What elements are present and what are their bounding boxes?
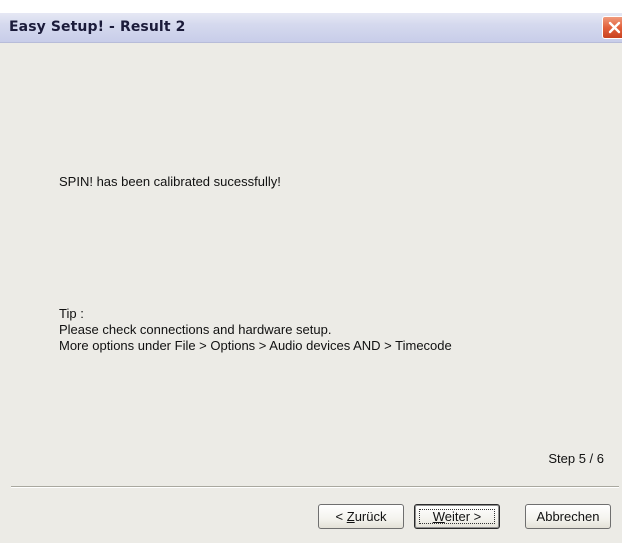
tip-line-options: More options under File > Options > Audi… [59, 338, 452, 353]
cancel-button[interactable]: Abbrechen [525, 504, 611, 529]
next-label-rest: eiter > [444, 509, 482, 524]
step-indicator: Step 5 / 6 [548, 451, 604, 466]
back-button[interactable]: < Zurück [318, 504, 404, 529]
back-prefix: < [335, 509, 347, 524]
back-access-key: Z [346, 509, 355, 524]
close-icon [608, 21, 621, 34]
back-label-rest: urück [354, 509, 387, 524]
easy-setup-dialog: Easy Setup! - Result 2 SPIN! has been ca… [0, 0, 622, 543]
top-strip [0, 0, 622, 13]
next-button[interactable]: Weiter > [414, 504, 500, 529]
tip-label: Tip : [59, 306, 84, 321]
dialog-body: SPIN! has been calibrated sucessfully! T… [0, 43, 622, 543]
window-title: Easy Setup! - Result 2 [9, 19, 186, 35]
status-message: SPIN! has been calibrated sucessfully! [59, 174, 281, 189]
separator [11, 486, 619, 488]
close-button[interactable] [602, 16, 622, 39]
tip-line-connections: Please check connections and hardware se… [59, 322, 332, 337]
tip-block: Tip : Please check connections and hardw… [59, 306, 452, 354]
title-bar[interactable]: Easy Setup! - Result 2 [0, 13, 622, 43]
next-access-key: W [432, 509, 445, 524]
